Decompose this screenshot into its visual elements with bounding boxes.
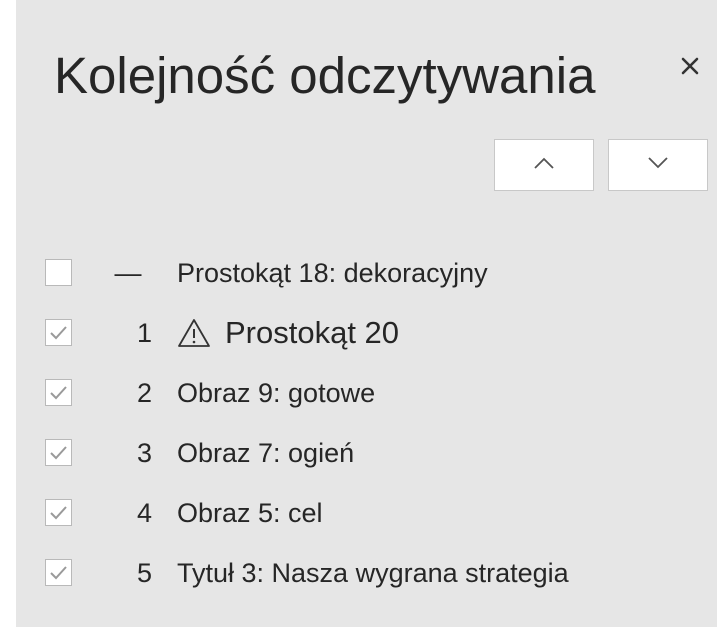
checkmark-icon: [50, 565, 67, 579]
chevron-up-icon: [533, 156, 555, 175]
checkmark-icon: [50, 385, 67, 399]
warning-icon: [177, 317, 211, 349]
item-label[interactable]: Prostokąt 20: [177, 313, 399, 353]
item-label[interactable]: Obraz 7: ogień: [177, 436, 354, 470]
checkmark-icon: [50, 325, 67, 339]
list-item[interactable]: — Prostokąt 18: dekoracyjny: [16, 244, 717, 304]
item-label-text: Prostokąt 20: [225, 315, 400, 350]
item-label-text: Prostokąt 18: dekoracyjny: [177, 258, 488, 288]
chevron-down-icon: [647, 156, 669, 175]
list-item[interactable]: 1 Prostokąt 20: [16, 304, 717, 364]
reading-order-number: —: [114, 258, 142, 288]
reading-order-number: 5: [136, 558, 152, 588]
checkmark-icon: [50, 505, 67, 519]
pane-title: Kolejność odczytywania: [54, 47, 596, 104]
item-label-text: Obraz 7: ogień: [177, 438, 355, 468]
reading-order-number: 4: [136, 498, 152, 528]
checkmark-icon: [50, 445, 67, 459]
item-label-text: Tytuł 3: Nasza wygrana strategia: [177, 558, 569, 588]
close-icon: [681, 57, 699, 75]
move-up-button[interactable]: [494, 139, 594, 191]
reading-order-number: 1: [136, 318, 152, 348]
reading-order-pane: Kolejność odczytywania — Prostokąt 18: de…: [0, 0, 717, 627]
move-down-button[interactable]: [608, 139, 708, 191]
item-label[interactable]: Prostokąt 18: dekoracyjny: [177, 256, 488, 290]
include-checkbox[interactable]: [45, 259, 72, 286]
list-item[interactable]: 2 Obraz 9: gotowe: [16, 364, 717, 424]
include-checkbox[interactable]: [45, 379, 72, 406]
include-checkbox[interactable]: [45, 319, 72, 346]
item-label[interactable]: Obraz 5: cel: [177, 496, 323, 530]
list-item[interactable]: 5 Tytuł 3: Nasza wygrana strategia: [16, 544, 717, 604]
reading-order-number: 3: [136, 438, 152, 468]
close-button[interactable]: [670, 46, 710, 86]
include-checkbox[interactable]: [45, 559, 72, 586]
item-label[interactable]: Tytuł 3: Nasza wygrana strategia: [177, 556, 569, 590]
reading-order-list: — Prostokąt 18: dekoracyjny 1 Prostokąt 20 2…: [16, 244, 717, 604]
list-item[interactable]: 4 Obraz 5: cel: [16, 484, 717, 544]
reading-order-number: 2: [136, 378, 152, 408]
include-checkbox[interactable]: [45, 439, 72, 466]
include-checkbox[interactable]: [45, 499, 72, 526]
list-item[interactable]: 3 Obraz 7: ogień: [16, 424, 717, 484]
item-label[interactable]: Obraz 9: gotowe: [177, 376, 375, 410]
item-label-text: Obraz 9: gotowe: [177, 378, 376, 408]
item-label-text: Obraz 5: cel: [177, 498, 323, 528]
